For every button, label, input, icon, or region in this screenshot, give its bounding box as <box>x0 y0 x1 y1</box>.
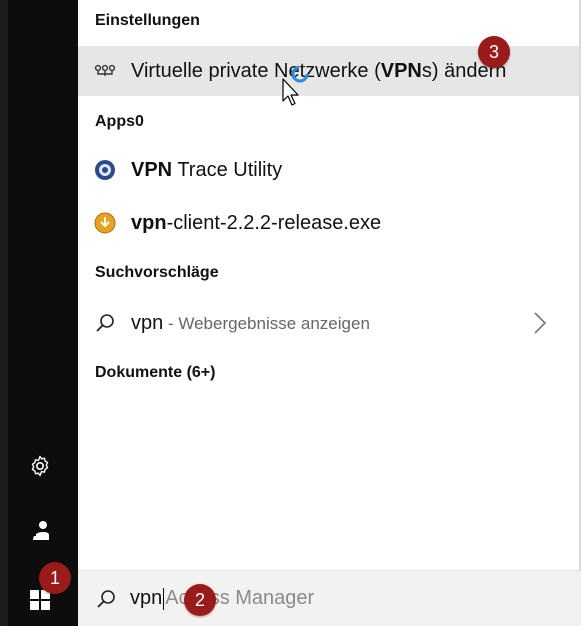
section-header-apps: Apps0 <box>95 113 144 130</box>
search-results-panel: Einstellungen Virtuelle private Netzwerk… <box>78 0 581 570</box>
search-icon <box>93 311 117 335</box>
section-header-suggestions: Suchvorschläge <box>95 264 219 281</box>
installer-exe-icon <box>93 211 117 235</box>
step-badge-1: 1 <box>39 562 71 594</box>
search-box[interactable]: vpn Access Manager <box>78 570 581 626</box>
trace-utility-app-icon <box>93 158 117 182</box>
step-badge-2: 2 <box>184 584 216 616</box>
result-vpn-settings-label: Virtuelle private Netzwerke (VPNs) änder… <box>131 59 507 82</box>
sidebar-edge <box>0 0 8 626</box>
search-input-value: vpn <box>130 587 163 609</box>
section-header-documents: Dokumente (6+) <box>95 364 216 381</box>
result-trace-utility-label: VPN Trace Utility <box>131 158 283 181</box>
result-trace-utility[interactable]: VPN Trace Utility <box>78 145 579 195</box>
start-menu-sidebar <box>0 0 78 626</box>
result-web-suggestion[interactable]: vpn - Webergebnisse anzeigen <box>78 298 579 348</box>
result-vpn-client-exe[interactable]: vpn-client-2.2.2-release.exe <box>78 198 579 248</box>
mouse-pointer-icon <box>282 78 299 106</box>
result-web-suggestion-label: vpn - Webergebnisse anzeigen <box>131 311 370 334</box>
chevron-right-icon[interactable] <box>533 311 547 340</box>
section-header-settings: Einstellungen <box>95 12 200 29</box>
step-badge-3: 3 <box>478 36 510 68</box>
result-vpn-client-label: vpn-client-2.2.2-release.exe <box>131 211 382 234</box>
vpn-network-icon <box>93 59 117 83</box>
gear-icon[interactable] <box>24 450 56 482</box>
text-caret <box>163 587 165 610</box>
search-icon <box>94 587 118 611</box>
user-account-icon[interactable] <box>24 514 56 546</box>
